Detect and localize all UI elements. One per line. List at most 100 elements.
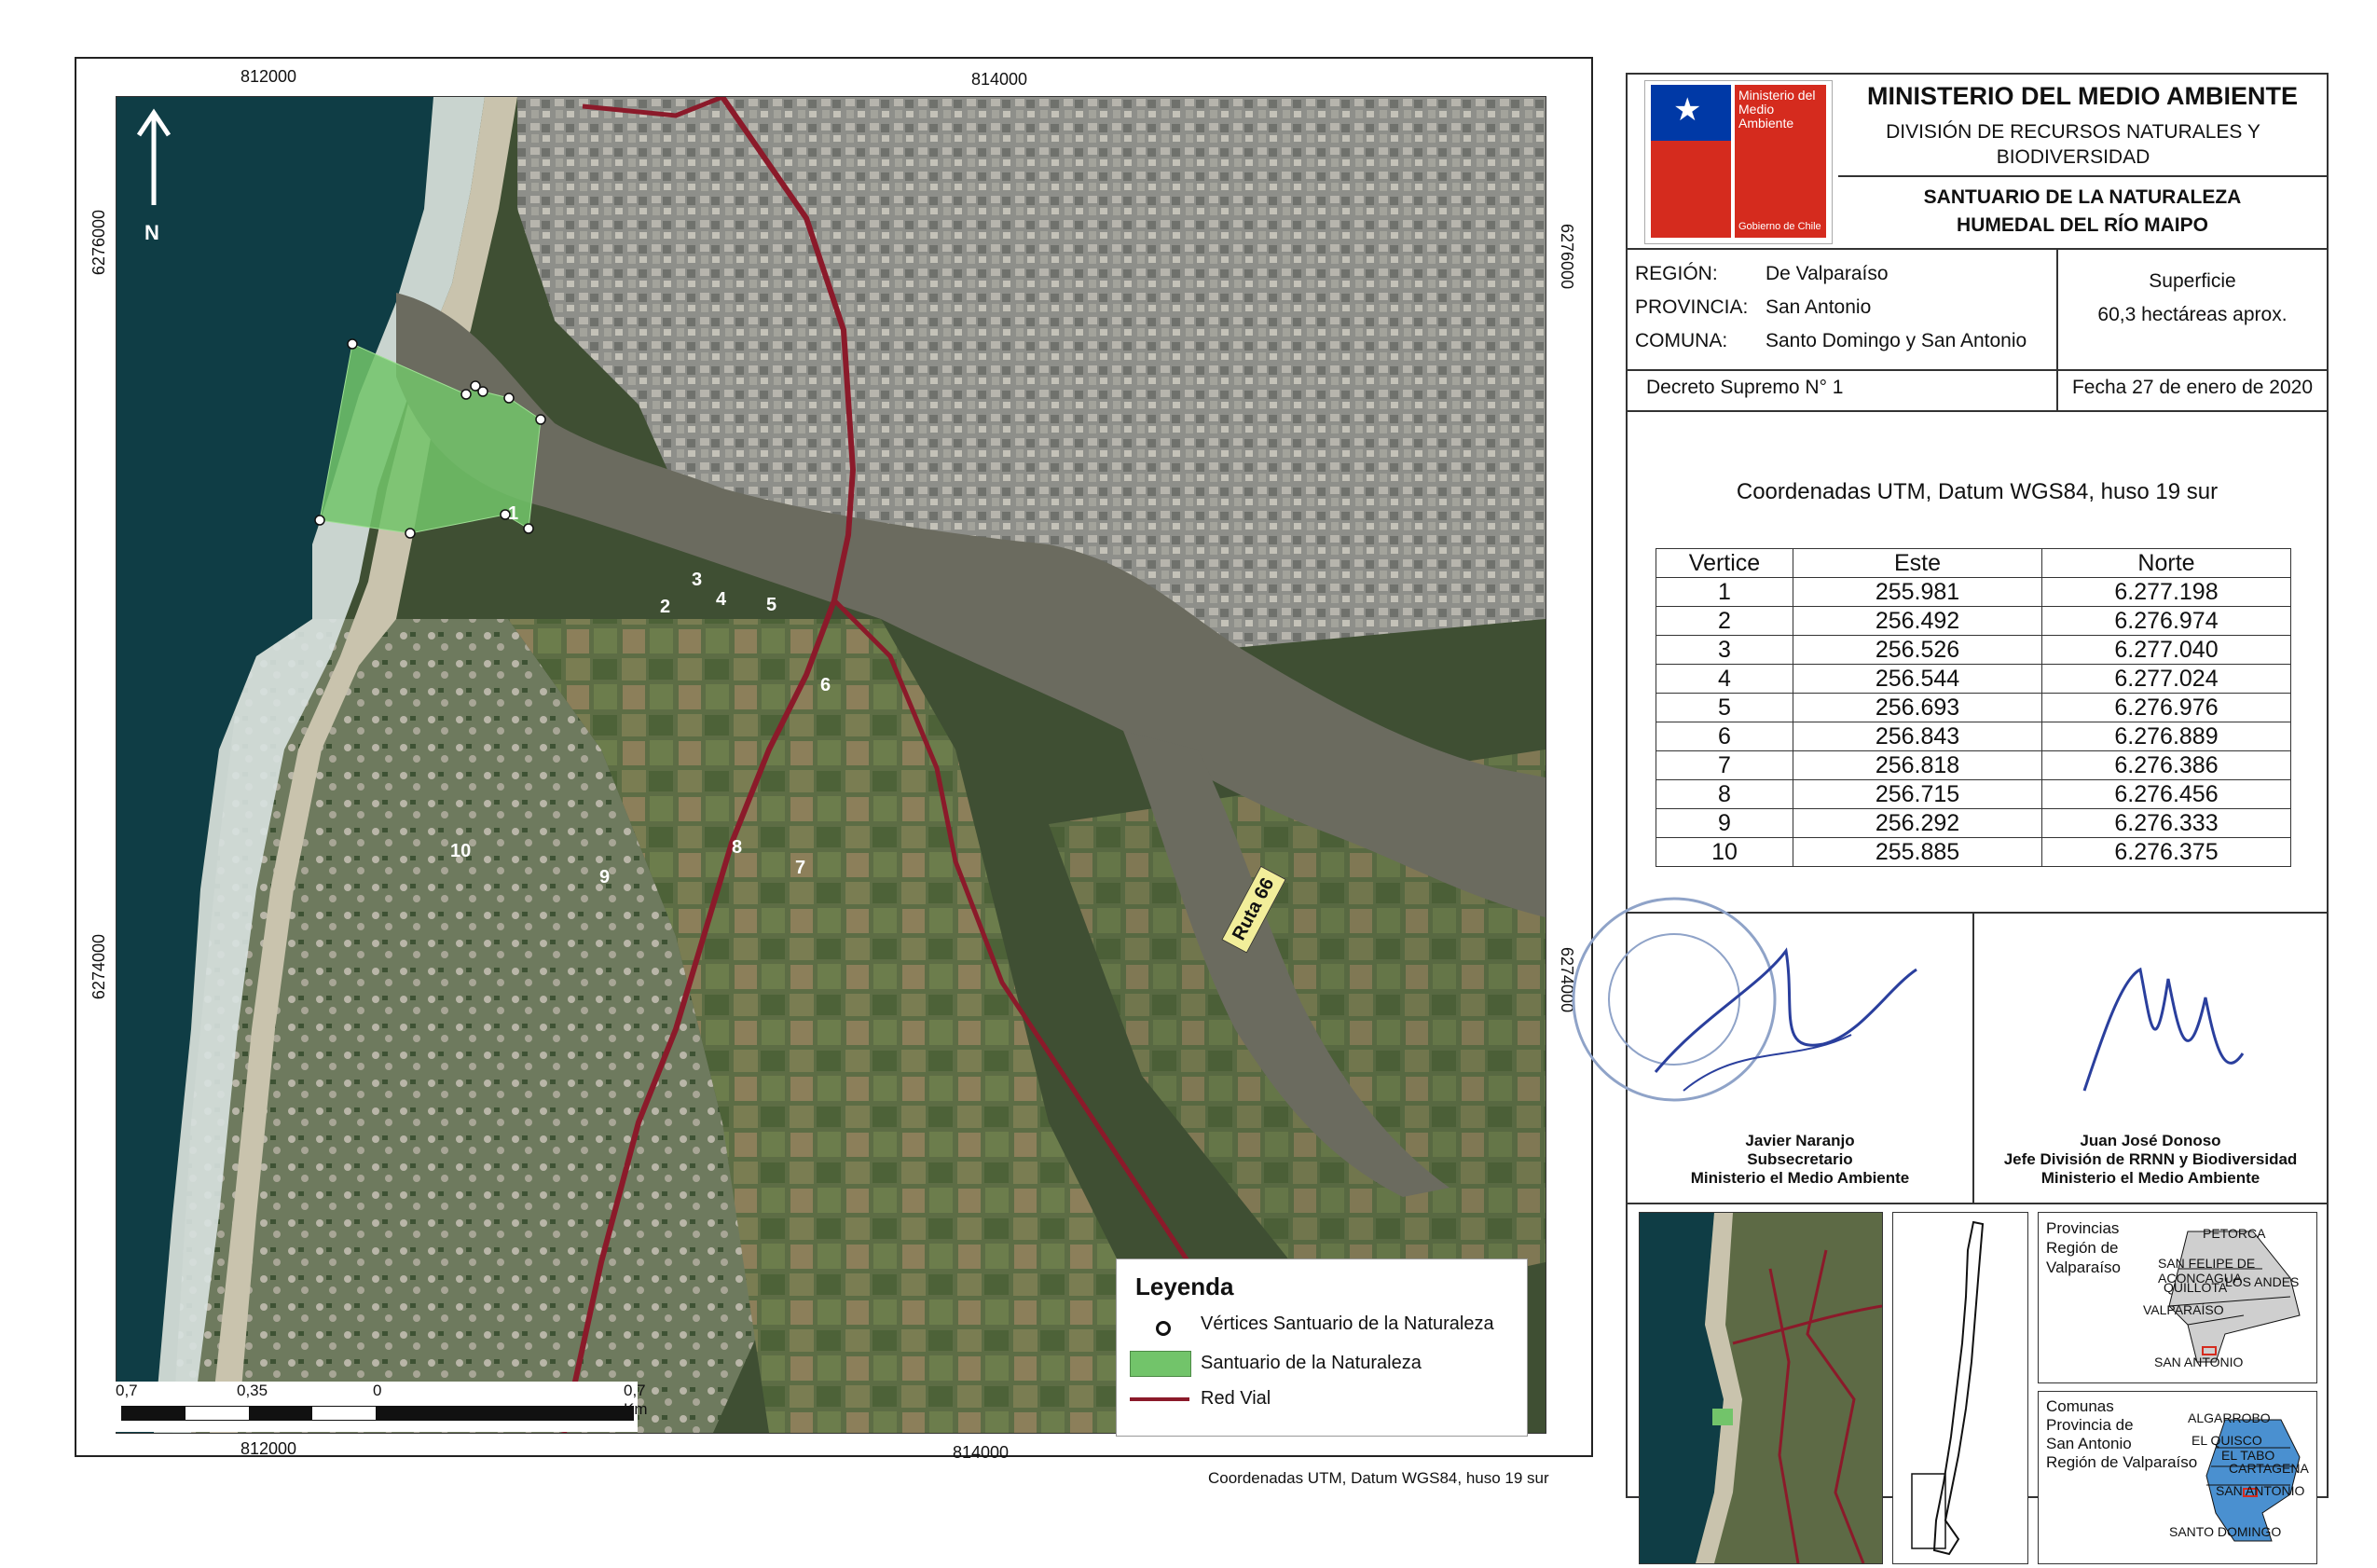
prov-label-valparaiso: VALPARAÍSO xyxy=(2143,1302,2224,1317)
table-row: 9 256.292 6.276.333 xyxy=(1656,808,2291,838)
division-name: DIVISIÓN DE RECURSOS NATURALES Y BIODIVE… xyxy=(1886,121,2260,168)
provincia-label: PROVINCIA: xyxy=(1635,296,1749,318)
table-cell: 6.276.974 xyxy=(2041,606,2291,636)
inset-chile xyxy=(1892,1212,2028,1564)
prov-label-petorca: PETORCA xyxy=(2203,1226,2266,1241)
x-tick-bottom-814000: 814000 xyxy=(953,1443,1010,1462)
vertex-label-6: 6 xyxy=(820,675,831,695)
info-panel: ★ Ministerio del Medio Ambiente Gobierno… xyxy=(1572,73,2329,1564)
table-cell: 6.276.976 xyxy=(2041,693,2291,722)
vertex-label-1: 1 xyxy=(508,503,519,524)
table-row: 4 256.544 6.277.024 xyxy=(1656,664,2291,694)
legend-title: Leyenda xyxy=(1135,1272,1234,1300)
table-cell: 5 xyxy=(1656,693,1793,722)
x-tick-bottom-812000: 812000 xyxy=(240,1439,297,1458)
table-cell: 6.276.375 xyxy=(2041,837,2291,867)
y-tick-right-6276000: 6276000 xyxy=(1558,224,1576,290)
comuna-value: Santo Domingo y San Antonio xyxy=(1766,330,2027,351)
inset-provincias: Provincias Región de Valparaíso PETORCA … xyxy=(2038,1212,2317,1383)
prov-label-losandes: LOS ANDES xyxy=(2225,1274,2300,1289)
superficie-label: Superficie xyxy=(2149,270,2236,292)
provincias-title-3: Valparaíso xyxy=(2046,1259,2122,1276)
decreto-label: Decreto Supremo N° 1 xyxy=(1646,377,1844,398)
vertex-label-4: 4 xyxy=(716,589,727,610)
table-cell: 6.277.024 xyxy=(2041,664,2291,694)
table-cell: 1 xyxy=(1656,577,1793,607)
table-cell: 3 xyxy=(1656,635,1793,665)
signer-left-name: Javier Naranjo xyxy=(1745,1132,1855,1149)
coords-title: Coordenadas UTM, Datum WGS84, huso 19 su… xyxy=(1736,479,2219,504)
signer-left-org: Ministerio el Medio Ambiente xyxy=(1690,1169,1910,1187)
signer-left-role: Subsecretario xyxy=(1747,1150,1853,1168)
inset-comunas: Comunas Provincia de San Antonio Región … xyxy=(2038,1391,2317,1564)
table-cell: 256.292 xyxy=(1793,808,2042,838)
table-cell: 256.492 xyxy=(1793,606,2042,636)
table-cell: 7 xyxy=(1656,750,1793,780)
scalebar-label-1: 0,35 xyxy=(237,1382,268,1399)
table-cell: 6.276.889 xyxy=(2041,722,2291,751)
table-cell: 6 xyxy=(1656,722,1793,751)
y-tick-left-6274000: 6274000 xyxy=(89,934,108,1000)
title-line1: SANTUARIO DE LA NATURALEZA xyxy=(1923,186,2242,208)
prov-label-sanantonio: SAN ANTONIO xyxy=(2154,1355,2244,1369)
table-row: 5 256.693 6.276.976 xyxy=(1656,693,2291,722)
table-cell: 4 xyxy=(1656,664,1793,694)
scalebar-bar xyxy=(121,1406,634,1421)
comunas-title-1: Comunas xyxy=(2046,1397,2114,1415)
scalebar-label-2: 0 xyxy=(373,1382,382,1399)
signature-left xyxy=(1646,932,1926,1119)
north-arrow-icon xyxy=(135,107,172,219)
signer-right-role: Jefe División de RRNN y Biodiversidad xyxy=(2003,1150,2298,1168)
table-cell: 6.276.386 xyxy=(2041,750,2291,780)
provincia-value: San Antonio xyxy=(1766,296,1872,318)
map-legend: Leyenda Vértices Santuario de la Natural… xyxy=(1116,1259,1528,1437)
table-cell: 256.843 xyxy=(1793,722,2042,751)
vertex-label-3: 3 xyxy=(692,570,703,590)
vertex-table-wrap: Vertice Este Norte 1 255.981 6.277.198 2 25… xyxy=(1656,548,2291,867)
vertex-label-5: 5 xyxy=(766,595,777,615)
legend-item-road: Red Vial xyxy=(1201,1388,1271,1409)
table-cell: 2 xyxy=(1656,606,1793,636)
vertex-label-9: 9 xyxy=(599,867,611,887)
table-cell: 6.276.456 xyxy=(2041,779,2291,809)
table-cell: 9 xyxy=(1656,808,1793,838)
provincias-title-2: Región de xyxy=(2046,1239,2119,1257)
table-cell: 256.693 xyxy=(1793,693,2042,722)
star-icon: ★ xyxy=(1673,92,1702,128)
logo-sub: Gobierno de Chile xyxy=(1738,221,1821,232)
signer-right-org: Ministerio el Medio Ambiente xyxy=(2040,1169,2260,1187)
table-header: Este xyxy=(1793,548,2042,578)
comunas-title-2: Provincia de xyxy=(2046,1416,2134,1434)
legend-road-icon xyxy=(1130,1397,1189,1401)
superficie-value: 60,3 hectáreas aprox. xyxy=(2097,304,2288,325)
x-tick-top-812000: 812000 xyxy=(240,67,297,86)
comuna-label-algarrobo: ALGARROBO xyxy=(2188,1410,2271,1425)
comuna-label: COMUNA: xyxy=(1635,330,1728,351)
comunas-title-3: San Antonio xyxy=(2046,1435,2132,1452)
signer-right-name: Juan José Donoso xyxy=(2080,1132,2221,1149)
signature-right xyxy=(2066,942,2271,1128)
table-row: 3 256.526 6.277.040 xyxy=(1656,635,2291,665)
table-cell: 10 xyxy=(1656,837,1793,867)
title-line2: HUMEDAL DEL RÍO MAIPO xyxy=(1957,214,2208,236)
inset-satellite xyxy=(1639,1212,1883,1564)
comunas-title-4: Región de Valparaíso xyxy=(2046,1453,2198,1471)
ministry-name: MINISTERIO DEL MEDIO AMBIENTE xyxy=(1866,82,2299,110)
table-row: 7 256.818 6.276.386 xyxy=(1656,750,2291,780)
table-header: Norte xyxy=(2041,548,2291,578)
table-cell: 256.818 xyxy=(1793,750,2042,780)
map-footer-note: Coordenadas UTM, Datum WGS84, huso 19 su… xyxy=(1208,1469,1549,1487)
satellite-map xyxy=(116,96,1546,1434)
vertex-label-2: 2 xyxy=(660,597,671,617)
table-row: 1 255.981 6.277.198 xyxy=(1656,577,2291,607)
vertex-label-7: 7 xyxy=(795,858,806,878)
vertex-table: Vertice Este Norte 1 255.981 6.277.198 2 25… xyxy=(1656,548,2291,867)
region-label: REGIÓN: xyxy=(1635,263,1718,284)
table-row: 8 256.715 6.276.456 xyxy=(1656,779,2291,809)
provincias-title-1: Provincias xyxy=(2046,1219,2120,1237)
vertex-label-10: 10 xyxy=(450,841,472,861)
scalebar-label-0: 0,7 xyxy=(116,1382,138,1399)
comuna-label-cartagena: CARTAGENA xyxy=(2229,1461,2309,1476)
legend-item-vertices: Vértices Santuario de la Naturaleza xyxy=(1201,1314,1494,1334)
table-cell: 8 xyxy=(1656,779,1793,809)
